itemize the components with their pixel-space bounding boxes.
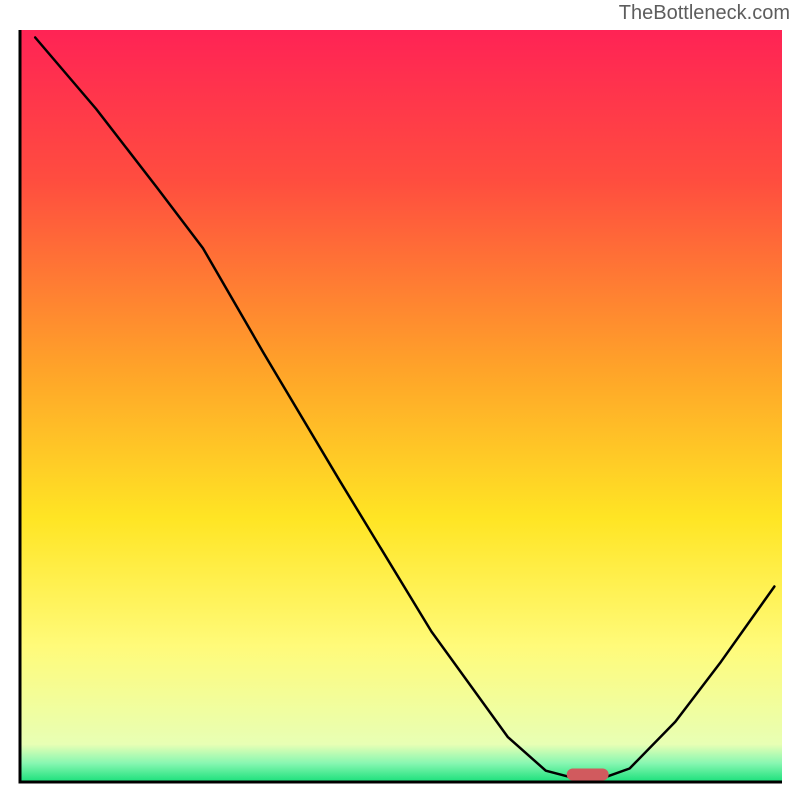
optimal-marker — [567, 768, 609, 780]
bottleneck-chart — [0, 0, 800, 800]
gradient-background — [20, 30, 782, 782]
chart-frame: TheBottleneck.com — [0, 0, 800, 800]
